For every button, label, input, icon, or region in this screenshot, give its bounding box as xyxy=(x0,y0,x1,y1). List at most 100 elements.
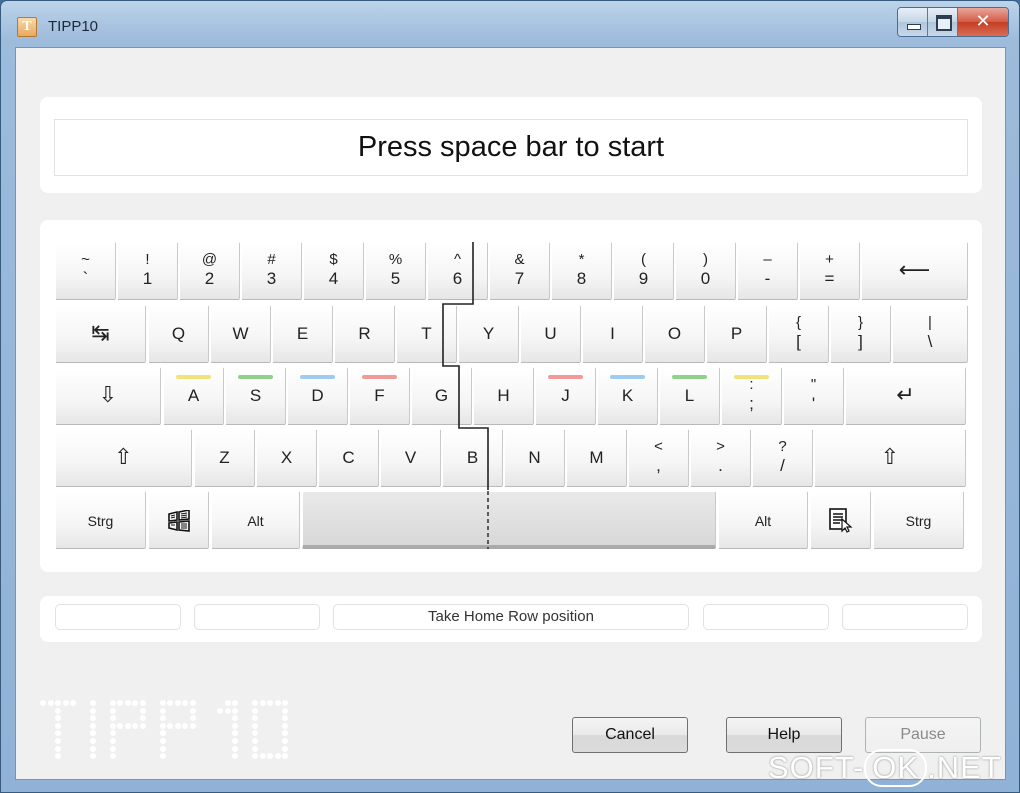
key-char: U xyxy=(544,324,557,343)
key-4[interactable]: $4 xyxy=(303,242,364,300)
key-x[interactable]: X xyxy=(256,429,317,487)
right-ctrl-key[interactable]: Strg xyxy=(873,491,964,549)
menu-key[interactable] xyxy=(810,491,871,549)
right-shift-key[interactable]: ⇧ xyxy=(814,429,966,487)
close-button[interactable]: ✕ xyxy=(958,8,1008,36)
key-extra-home-0[interactable]: :; xyxy=(721,367,782,425)
key-z[interactable]: Z xyxy=(194,429,255,487)
key-char: H xyxy=(497,386,510,405)
key-extra-top-0[interactable]: {[ xyxy=(768,305,829,363)
key-char: J xyxy=(561,386,570,405)
key-extra-bottom-1[interactable]: >. xyxy=(690,429,751,487)
key-1[interactable]: ! 1 xyxy=(117,242,178,300)
key-p[interactable]: P xyxy=(706,305,767,363)
right-alt-key[interactable]: Alt xyxy=(718,491,808,549)
key-extra-bottom-2[interactable]: ? / xyxy=(752,429,813,487)
key-char: / xyxy=(780,456,785,475)
left-shift-key[interactable]: ⇧ xyxy=(55,429,192,487)
enter-icon: ↵ xyxy=(896,382,915,407)
key-extra-top-1[interactable]: }] xyxy=(830,305,891,363)
key-q[interactable]: Q xyxy=(148,305,209,363)
key-6[interactable]: ^ 6 xyxy=(427,242,488,300)
key-char: K xyxy=(621,386,634,405)
key-char: F xyxy=(374,386,385,405)
key-3[interactable]: #3 xyxy=(241,242,302,300)
key-h[interactable]: H xyxy=(473,367,534,425)
key-extra-bottom-0[interactable]: <, xyxy=(628,429,689,487)
key-c[interactable]: C xyxy=(318,429,379,487)
key-d[interactable]: D xyxy=(287,367,348,425)
key-n[interactable]: N xyxy=(504,429,565,487)
key-u[interactable]: U xyxy=(520,305,581,363)
key-char: 1 xyxy=(142,269,153,288)
cancel-button[interactable]: Cancel xyxy=(572,717,688,753)
alt-label: Alt xyxy=(247,513,264,529)
caps-lock-key[interactable]: ⇩ xyxy=(55,367,161,425)
key-i[interactable]: I xyxy=(582,305,643,363)
ctrl-label: Strg xyxy=(905,513,932,529)
windows-key[interactable] xyxy=(148,491,209,549)
tab-key[interactable]: ↹ xyxy=(55,305,146,363)
window-title: TIPP10 xyxy=(48,18,99,35)
space-bar[interactable] xyxy=(302,491,716,549)
key-char: . xyxy=(718,456,723,475)
key-shift-char: & xyxy=(514,251,525,268)
left-ctrl-key[interactable]: Strg xyxy=(55,491,146,549)
key-s[interactable]: S xyxy=(225,367,286,425)
key-shift-char: > xyxy=(716,438,725,455)
key-char: 3 xyxy=(266,269,277,288)
key-char: Y xyxy=(482,324,495,343)
key-char: ; xyxy=(749,394,754,413)
key-shift-char: @ xyxy=(201,251,218,268)
key-a[interactable]: A xyxy=(163,367,224,425)
key-2[interactable]: @2 xyxy=(179,242,240,300)
key-7[interactable]: & 7 xyxy=(489,242,550,300)
key-=[interactable]: + = xyxy=(799,242,860,300)
key-f[interactable]: F xyxy=(349,367,410,425)
key-y[interactable]: Y xyxy=(458,305,519,363)
key-extra-home-1[interactable]: " ' xyxy=(783,367,844,425)
key-r[interactable]: R xyxy=(334,305,395,363)
minimize-button[interactable] xyxy=(898,8,928,36)
key-shift-char: : xyxy=(749,376,754,393)
enter-key[interactable]: ↵ xyxy=(845,367,966,425)
key-g[interactable]: G xyxy=(411,367,472,425)
key-char: ] xyxy=(858,332,863,351)
key-9[interactable]: (9 xyxy=(613,242,674,300)
status-field-3: Take Home Row position xyxy=(333,604,689,630)
status-field-5 xyxy=(842,604,968,630)
prompt-text: Press space bar to start xyxy=(54,119,968,176)
key-v[interactable]: V xyxy=(380,429,441,487)
key-k[interactable]: K xyxy=(597,367,658,425)
key-shift-char: " xyxy=(810,376,817,393)
left-alt-key[interactable]: Alt xyxy=(211,491,300,549)
key-o[interactable]: O xyxy=(644,305,705,363)
key-l[interactable]: L xyxy=(659,367,720,425)
ctrl-label: Strg xyxy=(87,513,114,529)
key-j[interactable]: J xyxy=(535,367,596,425)
backspace-key[interactable]: ⟵ xyxy=(861,242,968,300)
key-shift-char: + xyxy=(825,251,834,268)
key-extra-top-2[interactable]: | \ xyxy=(892,305,968,363)
key-shift-char: ( xyxy=(641,251,646,268)
key-char: G xyxy=(434,386,449,405)
key-b[interactable]: B xyxy=(442,429,503,487)
minimize-icon xyxy=(907,24,921,30)
key-e[interactable]: E xyxy=(272,305,333,363)
shift-icon: ⇧ xyxy=(114,444,133,469)
tab-icon: ↹ xyxy=(91,320,110,345)
key-m[interactable]: M xyxy=(566,429,627,487)
key-char: O xyxy=(667,324,682,343)
key-char: Z xyxy=(219,448,230,467)
key-w[interactable]: W xyxy=(210,305,271,363)
key--[interactable]: – - xyxy=(737,242,798,300)
maximize-button[interactable] xyxy=(928,8,958,36)
key-t[interactable]: T xyxy=(396,305,457,363)
title-bar[interactable]: T TIPP10 ✕ xyxy=(1,1,1019,47)
key-8[interactable]: * 8 xyxy=(551,242,612,300)
key-`[interactable]: ~ ` xyxy=(55,242,116,300)
key-0[interactable]: ) 0 xyxy=(675,242,736,300)
key-char: , xyxy=(656,456,661,475)
key-shift-char: | xyxy=(928,314,932,331)
key-5[interactable]: % 5 xyxy=(365,242,426,300)
